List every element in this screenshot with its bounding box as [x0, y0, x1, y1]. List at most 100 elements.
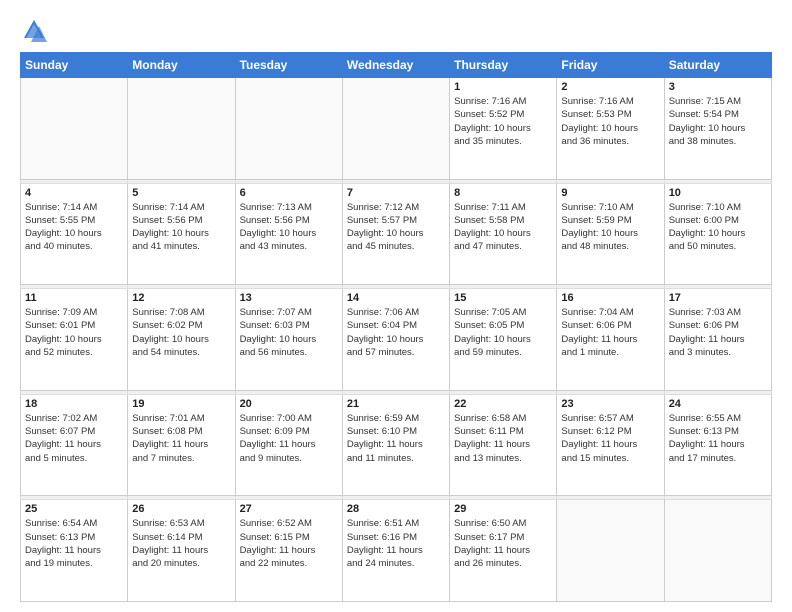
day-number: 17: [669, 292, 767, 304]
table-row: 10Sunrise: 7:10 AM Sunset: 6:00 PM Dayli…: [664, 183, 771, 285]
day-info: Sunrise: 7:12 AM Sunset: 5:57 PM Dayligh…: [347, 201, 445, 254]
table-row: 18 Sunrise: 7:02 AM Sunset: 6:07 PM Dayli…: [21, 394, 128, 496]
table-row: 17 Sunrise: 7:03 AM Sunset: 6:06 PM Dayli…: [664, 289, 771, 391]
day-number: 9: [561, 187, 659, 199]
day-number: 4: [25, 187, 123, 199]
table-row: [664, 500, 771, 602]
day-number: 10: [669, 187, 767, 199]
day-info: Sunrise: 7:01 AM Sunset: 6:08 PM Dayligh…: [132, 412, 230, 465]
table-row: 1Sunrise: 7:16 AM Sunset: 5:52 PM Daylig…: [450, 78, 557, 180]
day-number: 5: [132, 187, 230, 199]
day-info: Sunrise: 6:57 AM Sunset: 6:12 PM Dayligh…: [561, 412, 659, 465]
table-row: 5 Sunrise: 7:14 AM Sunset: 5:56 PM Daylig…: [128, 183, 235, 285]
day-info: Sunrise: 7:07 AM Sunset: 6:03 PM Dayligh…: [240, 306, 338, 359]
day-info: Sunrise: 6:58 AM Sunset: 6:11 PM Dayligh…: [454, 412, 552, 465]
table-row: 12 Sunrise: 7:08 AM Sunset: 6:02 PM Dayli…: [128, 289, 235, 391]
header: [20, 16, 772, 44]
calendar-week-row: 11 Sunrise: 7:09 AM Sunset: 6:01 PM Dayli…: [21, 289, 772, 391]
day-info: Sunrise: 7:13 AM Sunset: 5:56 PM Dayligh…: [240, 201, 338, 254]
calendar-day-header: Friday: [557, 53, 664, 78]
day-number: 15: [454, 292, 552, 304]
day-number: 28: [347, 503, 445, 515]
day-number: 3: [669, 81, 767, 93]
calendar-day-header: Saturday: [664, 53, 771, 78]
day-number: 24: [669, 398, 767, 410]
day-info: Sunrise: 7:15 AM Sunset: 5:54 PM Dayligh…: [669, 95, 767, 148]
table-row: [21, 78, 128, 180]
calendar-week-row: 4 Sunrise: 7:14 AM Sunset: 5:55 PM Daylig…: [21, 183, 772, 285]
day-info: Sunrise: 6:55 AM Sunset: 6:13 PM Dayligh…: [669, 412, 767, 465]
day-info: Sunrise: 6:52 AM Sunset: 6:15 PM Dayligh…: [240, 517, 338, 570]
table-row: 27 Sunrise: 6:52 AM Sunset: 6:15 PM Dayli…: [235, 500, 342, 602]
table-row: 22 Sunrise: 6:58 AM Sunset: 6:11 PM Dayli…: [450, 394, 557, 496]
day-number: 29: [454, 503, 552, 515]
table-row: 24 Sunrise: 6:55 AM Sunset: 6:13 PM Dayli…: [664, 394, 771, 496]
day-info: Sunrise: 6:50 AM Sunset: 6:17 PM Dayligh…: [454, 517, 552, 570]
day-number: 16: [561, 292, 659, 304]
table-row: 23 Sunrise: 6:57 AM Sunset: 6:12 PM Dayli…: [557, 394, 664, 496]
day-number: 6: [240, 187, 338, 199]
day-number: 18: [25, 398, 123, 410]
day-info: Sunrise: 7:03 AM Sunset: 6:06 PM Dayligh…: [669, 306, 767, 359]
day-number: 11: [25, 292, 123, 304]
calendar-week-row: 25Sunrise: 6:54 AM Sunset: 6:13 PM Dayli…: [21, 500, 772, 602]
day-info: Sunrise: 7:00 AM Sunset: 6:09 PM Dayligh…: [240, 412, 338, 465]
day-number: 27: [240, 503, 338, 515]
day-number: 7: [347, 187, 445, 199]
day-number: 20: [240, 398, 338, 410]
table-row: 20 Sunrise: 7:00 AM Sunset: 6:09 PM Dayli…: [235, 394, 342, 496]
table-row: 29 Sunrise: 6:50 AM Sunset: 6:17 PM Dayli…: [450, 500, 557, 602]
day-info: Sunrise: 7:11 AM Sunset: 5:58 PM Dayligh…: [454, 201, 552, 254]
table-row: 14 Sunrise: 7:06 AM Sunset: 6:04 PM Dayli…: [342, 289, 449, 391]
day-info: Sunrise: 7:06 AM Sunset: 6:04 PM Dayligh…: [347, 306, 445, 359]
table-row: 21 Sunrise: 6:59 AM Sunset: 6:10 PM Dayli…: [342, 394, 449, 496]
table-row: [342, 78, 449, 180]
calendar-table: SundayMondayTuesdayWednesdayThursdayFrid…: [20, 52, 772, 602]
day-number: 21: [347, 398, 445, 410]
calendar-day-header: Thursday: [450, 53, 557, 78]
table-row: 26 Sunrise: 6:53 AM Sunset: 6:14 PM Dayli…: [128, 500, 235, 602]
calendar-day-header: Monday: [128, 53, 235, 78]
table-row: [235, 78, 342, 180]
calendar-day-header: Sunday: [21, 53, 128, 78]
day-number: 8: [454, 187, 552, 199]
day-info: Sunrise: 7:08 AM Sunset: 6:02 PM Dayligh…: [132, 306, 230, 359]
day-info: Sunrise: 7:16 AM Sunset: 5:53 PM Dayligh…: [561, 95, 659, 148]
table-row: 9Sunrise: 7:10 AM Sunset: 5:59 PM Daylig…: [557, 183, 664, 285]
calendar-week-row: 1Sunrise: 7:16 AM Sunset: 5:52 PM Daylig…: [21, 78, 772, 180]
table-row: 2 Sunrise: 7:16 AM Sunset: 5:53 PM Daylig…: [557, 78, 664, 180]
day-info: Sunrise: 6:59 AM Sunset: 6:10 PM Dayligh…: [347, 412, 445, 465]
table-row: 25Sunrise: 6:54 AM Sunset: 6:13 PM Dayli…: [21, 500, 128, 602]
calendar-day-header: Wednesday: [342, 53, 449, 78]
page: SundayMondayTuesdayWednesdayThursdayFrid…: [0, 0, 792, 612]
day-info: Sunrise: 7:09 AM Sunset: 6:01 PM Dayligh…: [25, 306, 123, 359]
calendar-week-row: 18 Sunrise: 7:02 AM Sunset: 6:07 PM Dayli…: [21, 394, 772, 496]
day-number: 22: [454, 398, 552, 410]
day-number: 26: [132, 503, 230, 515]
day-info: Sunrise: 6:54 AM Sunset: 6:13 PM Dayligh…: [25, 517, 123, 570]
table-row: 16 Sunrise: 7:04 AM Sunset: 6:06 PM Dayli…: [557, 289, 664, 391]
day-info: Sunrise: 7:02 AM Sunset: 6:07 PM Dayligh…: [25, 412, 123, 465]
day-info: Sunrise: 7:14 AM Sunset: 5:56 PM Dayligh…: [132, 201, 230, 254]
calendar-header-row: SundayMondayTuesdayWednesdayThursdayFrid…: [21, 53, 772, 78]
day-info: Sunrise: 7:04 AM Sunset: 6:06 PM Dayligh…: [561, 306, 659, 359]
logo-icon: [20, 16, 48, 44]
table-row: 13 Sunrise: 7:07 AM Sunset: 6:03 PM Dayli…: [235, 289, 342, 391]
table-row: 15 Sunrise: 7:05 AM Sunset: 6:05 PM Dayli…: [450, 289, 557, 391]
day-number: 1: [454, 81, 552, 93]
table-row: [128, 78, 235, 180]
day-info: Sunrise: 6:53 AM Sunset: 6:14 PM Dayligh…: [132, 517, 230, 570]
day-number: 23: [561, 398, 659, 410]
table-row: 7 Sunrise: 7:12 AM Sunset: 5:57 PM Daylig…: [342, 183, 449, 285]
logo: [20, 16, 54, 44]
table-row: 8 Sunrise: 7:11 AM Sunset: 5:58 PM Daylig…: [450, 183, 557, 285]
day-info: Sunrise: 7:14 AM Sunset: 5:55 PM Dayligh…: [25, 201, 123, 254]
day-number: 19: [132, 398, 230, 410]
day-number: 13: [240, 292, 338, 304]
day-number: 14: [347, 292, 445, 304]
day-number: 2: [561, 81, 659, 93]
table-row: 4 Sunrise: 7:14 AM Sunset: 5:55 PM Daylig…: [21, 183, 128, 285]
day-number: 12: [132, 292, 230, 304]
day-info: Sunrise: 7:05 AM Sunset: 6:05 PM Dayligh…: [454, 306, 552, 359]
table-row: 11 Sunrise: 7:09 AM Sunset: 6:01 PM Dayli…: [21, 289, 128, 391]
